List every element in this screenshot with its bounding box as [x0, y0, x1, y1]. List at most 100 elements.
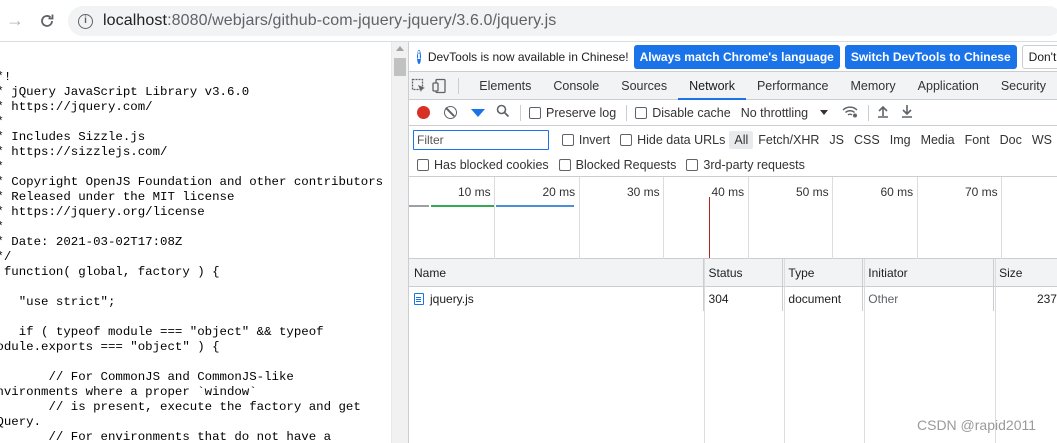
column-status[interactable]: Status — [704, 259, 784, 287]
infobar-message: DevTools is now available in Chinese! — [427, 49, 629, 64]
language-infobar: i DevTools is now available in Chinese! … — [409, 42, 1057, 72]
column-size[interactable]: Size — [994, 259, 1057, 287]
type-filter-css[interactable]: CSS — [849, 131, 885, 149]
type-filter-fetchxhr[interactable]: Fetch/XHR — [753, 131, 824, 149]
back-arrow-icon[interactable]: → — [2, 8, 28, 34]
device-toolbar-icon[interactable] — [430, 72, 451, 100]
third-party-checkbox[interactable] — [686, 158, 699, 171]
tab-network[interactable]: Network — [678, 72, 746, 100]
dont-show-button[interactable]: Don't show — [1021, 44, 1057, 69]
invert-label: Invert — [578, 132, 611, 147]
page-source: /*! * jQuery JavaScript Library v3.6.0 *… — [0, 42, 391, 443]
timeline-tick-label: 70 ms — [965, 185, 998, 199]
timeline-gridline — [494, 177, 495, 259]
type-filter-font[interactable]: Font — [960, 131, 995, 149]
network-toolbar: Preserve log Disable cache No throttling — [409, 100, 1057, 126]
tab-elements[interactable]: Elements — [468, 72, 542, 100]
disable-cache-checkbox[interactable] — [635, 106, 648, 119]
type-filter-js[interactable]: JS — [824, 131, 849, 149]
switch-chinese-button[interactable]: Switch DevTools to Chinese — [844, 44, 1017, 69]
type-filter-media[interactable]: Media — [916, 131, 960, 149]
devtools-tabs: Elements Console Sources Network Performance… — [468, 72, 1057, 100]
filter-bar-secondary: Has blocked cookies Blocked Requests 3rd… — [409, 153, 1057, 177]
resource-type-filters: All Fetch/XHR JS CSS Img Media Font Doc WS — [729, 130, 1057, 149]
filter-icon[interactable] — [471, 108, 485, 117]
timeline-tick-label: 30 ms — [627, 185, 660, 199]
timeline-tick-label: 40 ms — [711, 185, 745, 199]
match-language-button[interactable]: Always match Chrome's language — [633, 44, 840, 69]
row-name-cell[interactable]: jquery.js — [409, 287, 704, 311]
waterfall-bar-waiting — [409, 205, 429, 207]
export-har-icon[interactable] — [901, 104, 913, 121]
page-scrollbar[interactable] — [391, 42, 408, 443]
column-type[interactable]: Type — [783, 259, 864, 287]
filter-input[interactable]: Filter — [413, 129, 549, 150]
preserve-log-checkbox[interactable] — [529, 106, 541, 119]
tab-sources[interactable]: Sources — [610, 72, 678, 100]
record-icon[interactable] — [417, 106, 430, 119]
reload-icon[interactable] — [34, 8, 60, 34]
search-icon[interactable] — [496, 104, 510, 121]
has-blocked-cookies-checkbox[interactable] — [417, 158, 429, 171]
tab-divider — [458, 77, 460, 94]
network-overview[interactable]: 10 ms 20 ms 30 ms 40 ms 50 ms 60 ms 70 ms 8 — [409, 177, 1057, 259]
preserve-log-label: Preserve log — [546, 105, 617, 120]
throttling-select[interactable]: No throttling — [741, 106, 808, 120]
third-party-label: 3rd-party requests — [703, 157, 805, 172]
inspect-element-icon[interactable] — [409, 72, 430, 100]
filter-bar: Filter Invert Hide data URLs All Fetch/XH… — [409, 126, 1057, 153]
table-header: Name Status Type Initiator Size — [409, 259, 1057, 287]
address-bar[interactable]: i localhost:8080/webjars/github-com-jque… — [68, 6, 1057, 36]
blocked-requests-checkbox[interactable] — [558, 158, 571, 171]
waterfall-bar-green — [431, 205, 494, 207]
toolbar-divider — [868, 104, 870, 121]
timeline-tick-label: 10 ms — [458, 185, 491, 199]
table-row[interactable]: jquery.js 304 document Other 237 — [409, 287, 1057, 311]
timeline-gridline — [916, 177, 918, 259]
type-filter-doc[interactable]: Doc — [995, 131, 1027, 149]
network-table: Name Status Type Initiator Size jquery.j… — [409, 259, 1057, 443]
tab-security[interactable]: Security — [990, 72, 1057, 100]
row-initiator: Other — [863, 287, 995, 311]
type-filter-all[interactable]: All — [729, 130, 754, 149]
hide-data-urls-checkbox[interactable] — [620, 133, 633, 146]
info-icon: i — [417, 49, 421, 64]
type-filter-ws[interactable]: WS — [1027, 131, 1057, 149]
timeline-tick-label: 50 ms — [796, 185, 829, 199]
row-type: document — [783, 287, 864, 311]
tab-performance[interactable]: Performance — [746, 72, 840, 100]
row-status: 304 — [704, 287, 784, 311]
timeline-gridline — [663, 177, 664, 259]
column-name[interactable]: Name — [409, 259, 704, 287]
clear-icon[interactable] — [444, 106, 457, 119]
timeline-gridline — [578, 177, 580, 259]
devtools-tabbar: Elements Console Sources Network Performance… — [409, 72, 1057, 100]
url-path: :8080/webjars/github-com-jquery-jquery/3… — [167, 12, 557, 29]
network-conditions-icon[interactable] — [842, 105, 858, 121]
column-initiator[interactable]: Initiator — [863, 259, 995, 287]
type-filter-img[interactable]: Img — [885, 131, 916, 149]
column-divider — [864, 259, 865, 443]
load-event-line — [709, 197, 710, 258]
document-icon — [414, 293, 424, 305]
invert-checkbox[interactable] — [561, 133, 574, 146]
tab-application[interactable]: Application — [907, 72, 990, 100]
disable-cache-label: Disable cache — [652, 105, 731, 120]
url-text: localhost:8080/webjars/github-com-jquery… — [103, 12, 556, 30]
request-name[interactable]: jquery.js — [430, 292, 474, 306]
import-har-icon[interactable] — [877, 104, 889, 121]
timeline-tick-label: 8 — [1050, 185, 1057, 199]
timeline-tick-label: 60 ms — [880, 185, 914, 199]
hide-data-urls-label: Hide data URLs — [637, 132, 726, 147]
scroll-up-arrow-icon[interactable] — [396, 46, 404, 51]
site-info-icon[interactable]: i — [78, 13, 93, 29]
column-divider — [704, 259, 705, 443]
toolbar-divider — [520, 104, 521, 121]
tab-console[interactable]: Console — [542, 72, 610, 100]
tab-memory[interactable]: Memory — [840, 72, 907, 100]
devtools-panel: i DevTools is now available in Chinese! … — [408, 42, 1057, 443]
chevron-down-icon[interactable] — [820, 110, 829, 115]
blocked-requests-label: Blocked Requests — [575, 157, 677, 172]
column-divider — [995, 259, 996, 443]
scroll-thumb[interactable] — [394, 58, 406, 76]
